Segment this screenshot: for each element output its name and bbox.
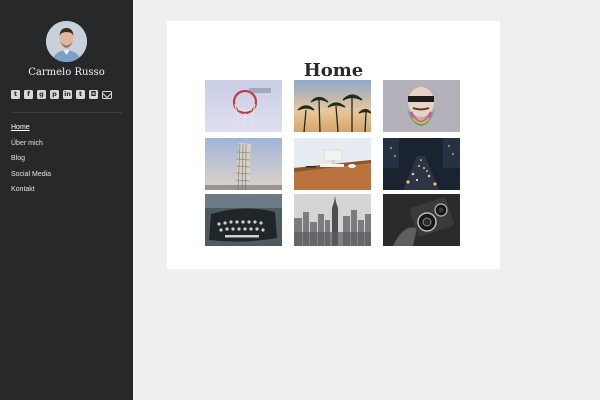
tumblr-icon[interactable]: t bbox=[76, 90, 85, 99]
nav-item-label: Über mich bbox=[11, 139, 43, 147]
social-links: t f g p in t ◘ bbox=[11, 90, 112, 99]
nav-item-label: Kontakt bbox=[11, 186, 35, 193]
leaning-tower-image[interactable] bbox=[205, 138, 282, 190]
sidebar: Carmelo Russo t f g p in t ◘ Home Über m… bbox=[0, 0, 133, 400]
content-card: Home bbox=[167, 21, 500, 269]
pinterest-icon[interactable]: p bbox=[50, 90, 59, 99]
city-night-street-image[interactable] bbox=[383, 138, 460, 190]
mail-icon[interactable] bbox=[102, 90, 112, 99]
nav-item-contact[interactable]: Kontakt bbox=[11, 185, 51, 201]
author-name[interactable]: Carmelo Russo bbox=[0, 67, 133, 78]
bearded-man-illustration-image[interactable] bbox=[383, 80, 460, 132]
palm-trees-image[interactable] bbox=[294, 80, 371, 132]
nav-item-about[interactable]: Über mich bbox=[11, 139, 51, 155]
nav-item-label: Blog bbox=[11, 155, 26, 162]
basketball-hoop-image[interactable] bbox=[205, 80, 282, 132]
nav-item-label: Social Media bbox=[11, 170, 52, 178]
nav-item-social-media[interactable]: Social Media bbox=[11, 170, 51, 186]
desk-workspace-image[interactable] bbox=[294, 138, 371, 190]
facebook-icon[interactable]: f bbox=[24, 90, 33, 99]
avatar[interactable] bbox=[46, 21, 87, 62]
city-skyline-image[interactable] bbox=[294, 194, 371, 246]
page-title: Home bbox=[303, 60, 364, 81]
nav-item-blog[interactable]: Blog bbox=[11, 154, 51, 170]
nav-item-label: Home bbox=[11, 124, 30, 131]
linkedin-icon[interactable]: in bbox=[63, 90, 72, 99]
typewriter-image[interactable] bbox=[205, 194, 282, 246]
nav-item-home[interactable]: Home bbox=[11, 123, 51, 139]
instagram-icon[interactable]: ◘ bbox=[89, 90, 98, 99]
vintage-camera-image[interactable] bbox=[383, 194, 460, 246]
twitter-icon[interactable]: t bbox=[11, 90, 20, 99]
main-navigation: Home Über mich Blog Social Media Kontakt bbox=[11, 123, 51, 201]
sidebar-divider bbox=[11, 112, 122, 113]
google-plus-icon[interactable]: g bbox=[37, 90, 46, 99]
